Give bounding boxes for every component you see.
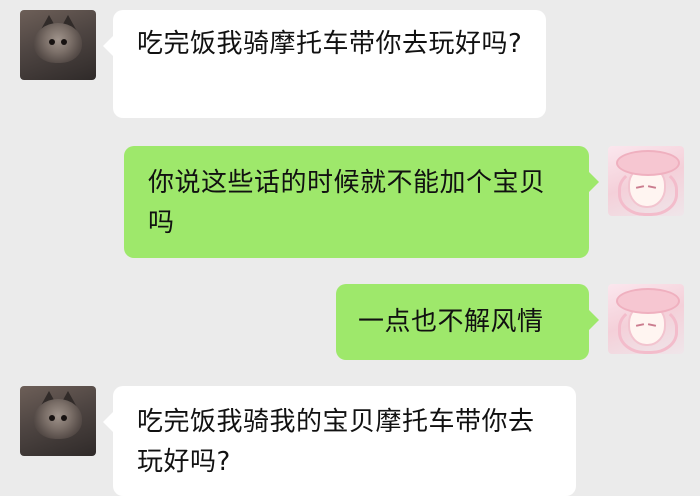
message-row: 吃完饭我骑我的宝贝摩托车带你去玩好吗?	[0, 386, 700, 496]
incoming-message-bubble[interactable]: 吃完饭我骑我的宝贝摩托车带你去玩好吗?	[103, 386, 576, 496]
cat-avatar-icon[interactable]	[20, 386, 96, 456]
outgoing-message-bubble[interactable]: 一点也不解风情	[336, 284, 599, 360]
message-text: 吃完饭我骑摩托车带你去玩好吗?	[137, 29, 523, 59]
anime-girl-avatar-icon[interactable]	[608, 146, 684, 216]
anime-girl-avatar-icon[interactable]	[608, 284, 684, 354]
message-row: 你说这些话的时候就不能加个宝贝吗	[0, 146, 700, 258]
message-row: 一点也不解风情	[0, 284, 700, 360]
cat-avatar-icon[interactable]	[20, 10, 96, 80]
outgoing-message-bubble[interactable]: 你说这些话的时候就不能加个宝贝吗	[124, 146, 599, 258]
message-text: 你说这些话的时候就不能加个宝贝吗	[148, 168, 546, 238]
chat-conversation: 吃完饭我骑摩托车带你去玩好吗? 你说这些话的时候就不能加个宝贝吗 一点也不解风情	[0, 0, 700, 496]
message-text: 一点也不解风情	[358, 307, 544, 337]
message-row: 吃完饭我骑摩托车带你去玩好吗?	[0, 10, 700, 118]
message-text: 吃完饭我骑我的宝贝摩托车带你去玩好吗?	[137, 407, 535, 477]
incoming-message-bubble[interactable]: 吃完饭我骑摩托车带你去玩好吗?	[103, 10, 546, 118]
